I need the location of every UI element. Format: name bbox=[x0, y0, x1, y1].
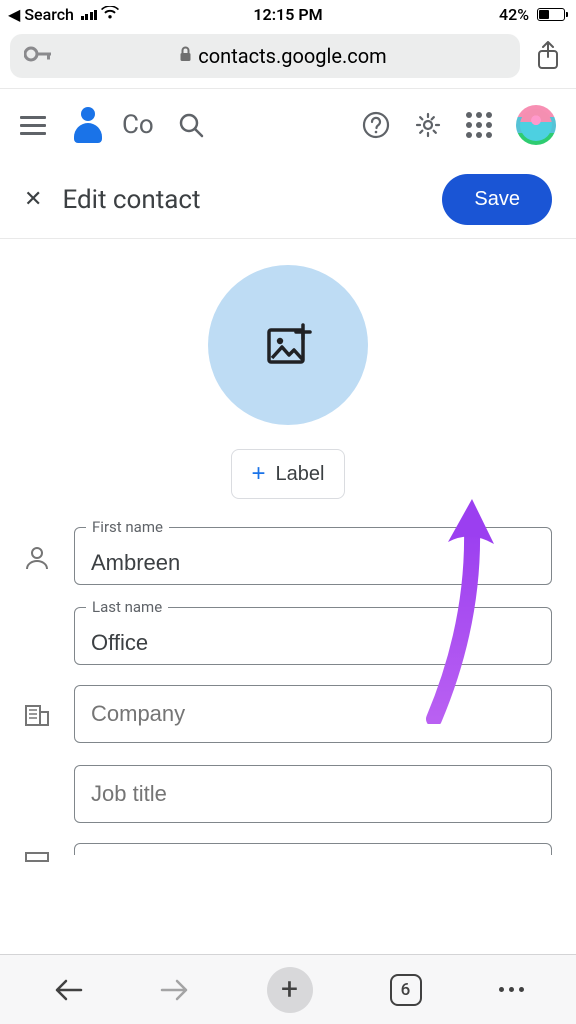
last-name-field[interactable]: Last name bbox=[74, 607, 552, 665]
more-button[interactable] bbox=[499, 987, 524, 992]
tabs-button[interactable]: 6 bbox=[390, 974, 422, 1006]
close-icon[interactable]: ✕ bbox=[24, 187, 42, 212]
account-avatar[interactable] bbox=[516, 105, 556, 145]
new-tab-button[interactable]: + bbox=[267, 967, 313, 1013]
last-name-label: Last name bbox=[86, 598, 168, 616]
contacts-logo-text: Co bbox=[122, 110, 154, 140]
building-icon bbox=[24, 685, 54, 731]
forward-button[interactable] bbox=[160, 977, 190, 1003]
add-image-icon bbox=[264, 321, 312, 369]
safari-toolbar: + 6 bbox=[0, 954, 576, 1024]
google-apps-icon[interactable] bbox=[466, 112, 492, 138]
next-field-group-partial bbox=[24, 843, 552, 866]
company-field-group bbox=[24, 685, 552, 823]
safari-address-row: contacts.google.com bbox=[0, 28, 576, 88]
battery-percent: 42% bbox=[499, 5, 529, 24]
job-title-input[interactable] bbox=[74, 765, 552, 823]
ios-status-bar: ◀ Search 12:15 PM 42% bbox=[0, 0, 576, 28]
person-icon bbox=[24, 527, 54, 575]
edit-contact-header: ✕ Edit contact Save bbox=[0, 161, 576, 239]
wifi-icon bbox=[101, 5, 119, 23]
email-icon bbox=[24, 843, 54, 866]
first-name-field[interactable]: First name bbox=[74, 527, 552, 585]
lock-icon bbox=[179, 46, 192, 66]
job-title-field[interactable] bbox=[74, 765, 552, 823]
privacy-key-icon bbox=[24, 46, 52, 66]
google-app-header: Co bbox=[0, 89, 576, 161]
address-bar[interactable]: contacts.google.com bbox=[10, 34, 520, 78]
address-bar-domain: contacts.google.com bbox=[198, 44, 386, 68]
add-photo-button[interactable] bbox=[208, 265, 368, 425]
company-input[interactable] bbox=[74, 685, 552, 743]
company-field[interactable] bbox=[74, 685, 552, 743]
plus-icon: + bbox=[252, 460, 266, 488]
clock-time: 12:15 PM bbox=[253, 5, 322, 24]
name-field-group: First name Last name bbox=[24, 527, 552, 665]
page-title: Edit contact bbox=[62, 185, 442, 215]
settings-gear-icon[interactable] bbox=[414, 111, 442, 139]
battery-icon bbox=[533, 8, 568, 21]
back-button[interactable] bbox=[53, 977, 83, 1003]
search-icon[interactable] bbox=[178, 112, 204, 138]
partial-field[interactable] bbox=[74, 843, 552, 855]
label-button-text: Label bbox=[276, 463, 325, 486]
edit-form: + Label First name Last name bbox=[0, 239, 576, 866]
add-label-button[interactable]: + Label bbox=[231, 449, 346, 499]
back-to-app-label[interactable]: Search bbox=[24, 5, 74, 24]
share-button[interactable] bbox=[530, 41, 566, 71]
back-to-app-chevron-icon[interactable]: ◀ bbox=[8, 5, 20, 24]
menu-icon[interactable] bbox=[20, 116, 46, 135]
cell-signal-icon bbox=[81, 8, 98, 20]
help-icon[interactable] bbox=[362, 111, 390, 139]
save-button[interactable]: Save bbox=[442, 174, 552, 225]
contacts-logo-icon[interactable] bbox=[70, 107, 106, 143]
first-name-label: First name bbox=[86, 518, 169, 536]
tab-count: 6 bbox=[401, 980, 411, 1000]
